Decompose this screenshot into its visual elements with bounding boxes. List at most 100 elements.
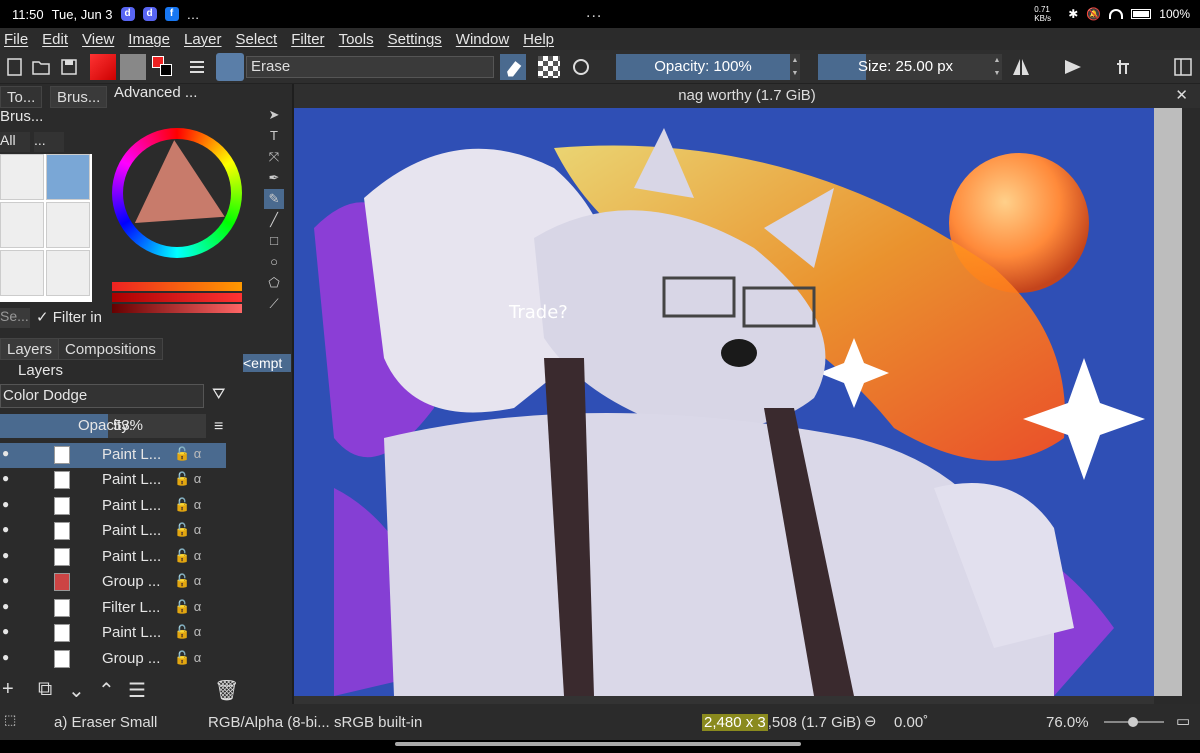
layer-lock-alpha-icons[interactable]: 🔓 α (174, 650, 201, 666)
select-tool-icon[interactable]: ➤ (264, 105, 284, 125)
menu-file[interactable]: File (4, 31, 28, 48)
brush-tool-icon[interactable]: ✎ (264, 189, 284, 209)
polygon-tool-icon[interactable]: ⬠ (264, 273, 284, 293)
tab-compositions[interactable]: Compositions (58, 338, 163, 360)
opacity-slider[interactable]: Opacity: 100% (616, 54, 790, 80)
reload-preset-icon[interactable] (570, 56, 592, 78)
layer-lock-alpha-icons[interactable]: 🔓 α (174, 497, 201, 513)
brush-preset-eraser-small[interactable] (46, 154, 90, 200)
ellipse-tool-icon[interactable]: ○ (264, 252, 284, 272)
layer-row[interactable]: ● Paint L... 🔓 α (0, 443, 226, 468)
layer-opacity-slider[interactable]: Opacity: 53% (0, 414, 206, 438)
tab-toolbox[interactable]: To... (0, 86, 43, 108)
add-layer-icon[interactable]: + (2, 678, 14, 701)
rectangle-tool-icon[interactable]: □ (264, 231, 284, 251)
fg-bg-color-icon[interactable] (152, 56, 174, 78)
gradient-preset-icon[interactable] (90, 54, 116, 80)
home-gesture-pill[interactable] (395, 742, 801, 746)
brush-preset-pencil[interactable] (0, 250, 44, 296)
line-tool-icon[interactable]: ╱ (264, 210, 284, 230)
brush-preset-ink[interactable] (46, 202, 90, 248)
menu-help[interactable]: Help (523, 31, 554, 48)
blend-mode-select[interactable]: Color Dodge (0, 384, 204, 408)
menu-image[interactable]: Image (128, 31, 170, 48)
menu-edit[interactable]: Edit (42, 31, 68, 48)
layer-lock-alpha-icons[interactable]: 🔓 α (174, 599, 201, 615)
layer-menu-icon[interactable]: ≡ (214, 418, 223, 436)
menu-window[interactable]: Window (456, 31, 509, 48)
zoom-slider-handle[interactable] (1128, 717, 1138, 727)
save-icon[interactable] (58, 56, 80, 78)
layer-row[interactable]: ● Filter L... 🔓 α (0, 596, 226, 621)
artwork-canvas[interactable]: Trade? (294, 108, 1154, 696)
layer-row[interactable]: ● Paint L... 🔓 α (0, 519, 226, 544)
panel-layout-icon[interactable] (1172, 56, 1194, 78)
text-tool-icon[interactable]: T (264, 126, 284, 146)
layer-filter-icon[interactable]: ⛛ (212, 386, 225, 404)
reset-colors-icon[interactable] (186, 56, 208, 78)
fullscreen-icon[interactable]: ▭ (1176, 712, 1190, 730)
visibility-eye-icon[interactable]: ● (2, 471, 16, 485)
brush-preset-eraser[interactable] (0, 154, 44, 200)
layer-row[interactable]: ● Group ... 🔓 α (0, 647, 226, 672)
delete-layer-icon[interactable]: 🗑 (214, 678, 239, 703)
visibility-eye-icon[interactable]: ● (2, 573, 16, 587)
open-folder-icon[interactable] (30, 56, 52, 78)
color-sliders[interactable] (112, 282, 242, 313)
vertical-scrollbar[interactable] (1154, 108, 1182, 696)
move-layer-down-icon[interactable]: ⌄ (68, 678, 85, 703)
visibility-eye-icon[interactable]: ● (2, 446, 16, 460)
zoom-slider[interactable] (1104, 717, 1164, 727)
menu-settings[interactable]: Settings (388, 31, 442, 48)
visibility-eye-icon[interactable]: ● (2, 624, 16, 638)
move-layer-up-icon[interactable]: ⌃ (98, 678, 115, 703)
tab-layers[interactable]: Layers (0, 338, 60, 360)
duplicate-layer-icon[interactable]: ⧉ (38, 678, 52, 701)
polyline-tool-icon[interactable]: ⟋ (264, 294, 284, 314)
filter-in-checkbox[interactable]: ✓ Filter in (36, 308, 102, 326)
menu-select[interactable]: Select (236, 31, 278, 48)
layer-row[interactable]: ● Paint L... 🔓 α (0, 621, 226, 646)
brush-preset-field[interactable]: Erase (246, 56, 494, 78)
menu-view[interactable]: View (82, 31, 114, 48)
layer-lock-alpha-icons[interactable]: 🔓 α (174, 548, 201, 564)
layer-lock-alpha-icons[interactable]: 🔓 α (174, 573, 201, 589)
brush-filter-select[interactable]: All (0, 132, 30, 152)
menu-layer[interactable]: Layer (184, 31, 222, 48)
edit-shapes-icon[interactable]: ⤧ (264, 147, 284, 167)
brush-tag-select[interactable]: ... (34, 132, 64, 152)
size-slider[interactable]: Size: 25.00 px (818, 54, 992, 80)
visibility-eye-icon[interactable]: ● (2, 650, 16, 664)
opacity-spinner[interactable]: ▲ ▼ (790, 54, 800, 80)
selection-mode-icon[interactable]: ⬚ (4, 712, 16, 728)
brush-preset-airbrush[interactable] (0, 202, 44, 248)
horizontal-scrollbar[interactable] (294, 696, 1154, 704)
layer-row[interactable]: ● Paint L... 🔓 α (0, 545, 226, 570)
size-spinner[interactable]: ▲ ▼ (992, 54, 1002, 80)
layer-row[interactable]: ● Paint L... 🔓 α (0, 468, 226, 493)
visibility-eye-icon[interactable]: ● (2, 497, 16, 511)
layer-row[interactable]: ● Group ... 🔓 α (0, 570, 226, 595)
layer-lock-alpha-icons[interactable]: 🔓 α (174, 624, 201, 640)
color-triangle[interactable] (129, 136, 225, 224)
layer-row[interactable]: ● Paint L... 🔓 α (0, 494, 226, 519)
visibility-eye-icon[interactable]: ● (2, 522, 16, 536)
visibility-eye-icon[interactable]: ● (2, 599, 16, 613)
layer-properties-icon[interactable]: ☰ (128, 678, 146, 703)
mirror-vertical-icon[interactable] (1062, 56, 1084, 78)
mirror-horizontal-icon[interactable] (1010, 56, 1032, 78)
multitask-dots[interactable]: ... (586, 4, 602, 22)
brush-preset-marker[interactable] (46, 250, 90, 296)
tab-brushes[interactable]: Brus... (50, 86, 108, 108)
visibility-eye-icon[interactable]: ● (2, 548, 16, 562)
close-document-icon[interactable]: ✕ (1175, 84, 1188, 108)
layer-lock-alpha-icons[interactable]: 🔓 α (174, 471, 201, 487)
rotation-icon[interactable]: ⊖ (864, 712, 877, 730)
brush-preset-icon[interactable] (216, 53, 244, 81)
pattern-preset-icon[interactable] (120, 54, 146, 80)
layer-lock-alpha-icons[interactable]: 🔓 α (174, 522, 201, 538)
eraser-mode-icon[interactable] (500, 54, 526, 80)
alpha-lock-icon[interactable] (538, 56, 560, 78)
brush-search-input[interactable]: Se... (0, 308, 30, 328)
calligraphy-tool-icon[interactable]: ✒ (264, 168, 284, 188)
